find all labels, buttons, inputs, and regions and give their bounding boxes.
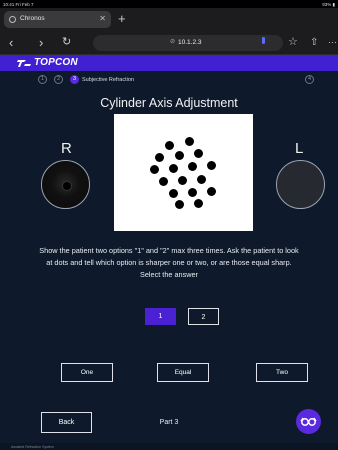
test-dot (178, 176, 187, 185)
test-dot (175, 151, 184, 160)
right-eye-indicator (41, 160, 90, 209)
browser-tab[interactable]: Chronos ✕ (4, 11, 111, 28)
test-dot (194, 199, 203, 208)
share-icon[interactable]: ⇧ (310, 35, 318, 50)
battery-indicator: 93% ▮ (322, 1, 335, 7)
browser-tab-bar: Chronos ✕ + (0, 8, 338, 32)
step-3[interactable]: 3 (70, 75, 79, 84)
answer-two-button[interactable]: Two (256, 363, 308, 382)
tab-title: Chronos (20, 15, 45, 22)
test-dot (169, 164, 178, 173)
brand-logo: TOPCON (34, 57, 78, 68)
step-label: Subjective Refraction (82, 77, 134, 83)
bookmark-star-icon[interactable]: ☆ (288, 35, 298, 50)
test-dot (175, 200, 184, 209)
test-dot (188, 162, 197, 171)
status-time: 10:41 Fri Feb 7 (3, 1, 34, 7)
eye-glasses-icon (300, 417, 317, 426)
option-1-button[interactable]: 1 (145, 308, 176, 325)
more-icon[interactable]: ··· (328, 35, 337, 50)
chrome-tab-icon (9, 16, 16, 23)
answer-one-button[interactable]: One (61, 363, 113, 382)
test-dot (159, 177, 168, 186)
step-2[interactable]: 2 (54, 75, 63, 84)
left-eye-label: L (295, 140, 304, 157)
option-2-button[interactable]: 2 (188, 308, 219, 325)
brand-bar: TOPCON (0, 55, 338, 71)
test-dot (197, 175, 206, 184)
assistant-fab-button[interactable] (296, 409, 321, 434)
test-dot (207, 187, 216, 196)
browser-toolbar: ‹ › ↻ ⊘ 10.1.2.3 ☆ ⇧ ··· (0, 32, 338, 55)
back-arrow-icon[interactable]: ‹ (9, 35, 13, 50)
address-bar[interactable]: ⊘ 10.1.2.3 (93, 35, 283, 51)
lock-icon: ⊘ (170, 39, 176, 45)
page-title: Cylinder Axis Adjustment (100, 96, 238, 110)
dot-test-chart (114, 114, 253, 231)
test-dot (207, 161, 216, 170)
mic-icon[interactable] (260, 37, 267, 48)
left-eye-indicator (276, 160, 325, 209)
pupil-mark (62, 181, 72, 191)
test-dot (169, 189, 178, 198)
footer-text: Assisted Refraction System (11, 445, 54, 449)
test-dot (150, 165, 159, 174)
test-dot (185, 137, 194, 146)
forward-arrow-icon[interactable]: › (39, 35, 43, 50)
reload-icon[interactable]: ↻ (62, 35, 71, 50)
step-1[interactable]: 1 (38, 75, 47, 84)
step-progress: 1 2 3 Subjective Refraction 4 (0, 71, 338, 89)
answer-equal-button[interactable]: Equal (157, 363, 209, 382)
test-dot (188, 188, 197, 197)
url-text: 10.1.2.3 (178, 39, 202, 46)
topcon-logo-icon (17, 60, 31, 67)
right-eye-label: R (61, 140, 72, 157)
new-tab-icon[interactable]: + (118, 11, 126, 26)
test-dot (194, 149, 203, 158)
part-label: Part 3 (159, 419, 179, 426)
step-4[interactable]: 4 (305, 75, 314, 84)
test-dot (165, 141, 174, 150)
app-footer: Assisted Refraction System (0, 443, 338, 450)
test-dot (155, 153, 164, 162)
close-icon[interactable]: ✕ (99, 14, 106, 23)
instruction-text: Show the patient two options "1" and "2"… (39, 246, 299, 279)
status-bar: 10:41 Fri Feb 7 93% ▮ (0, 0, 338, 8)
